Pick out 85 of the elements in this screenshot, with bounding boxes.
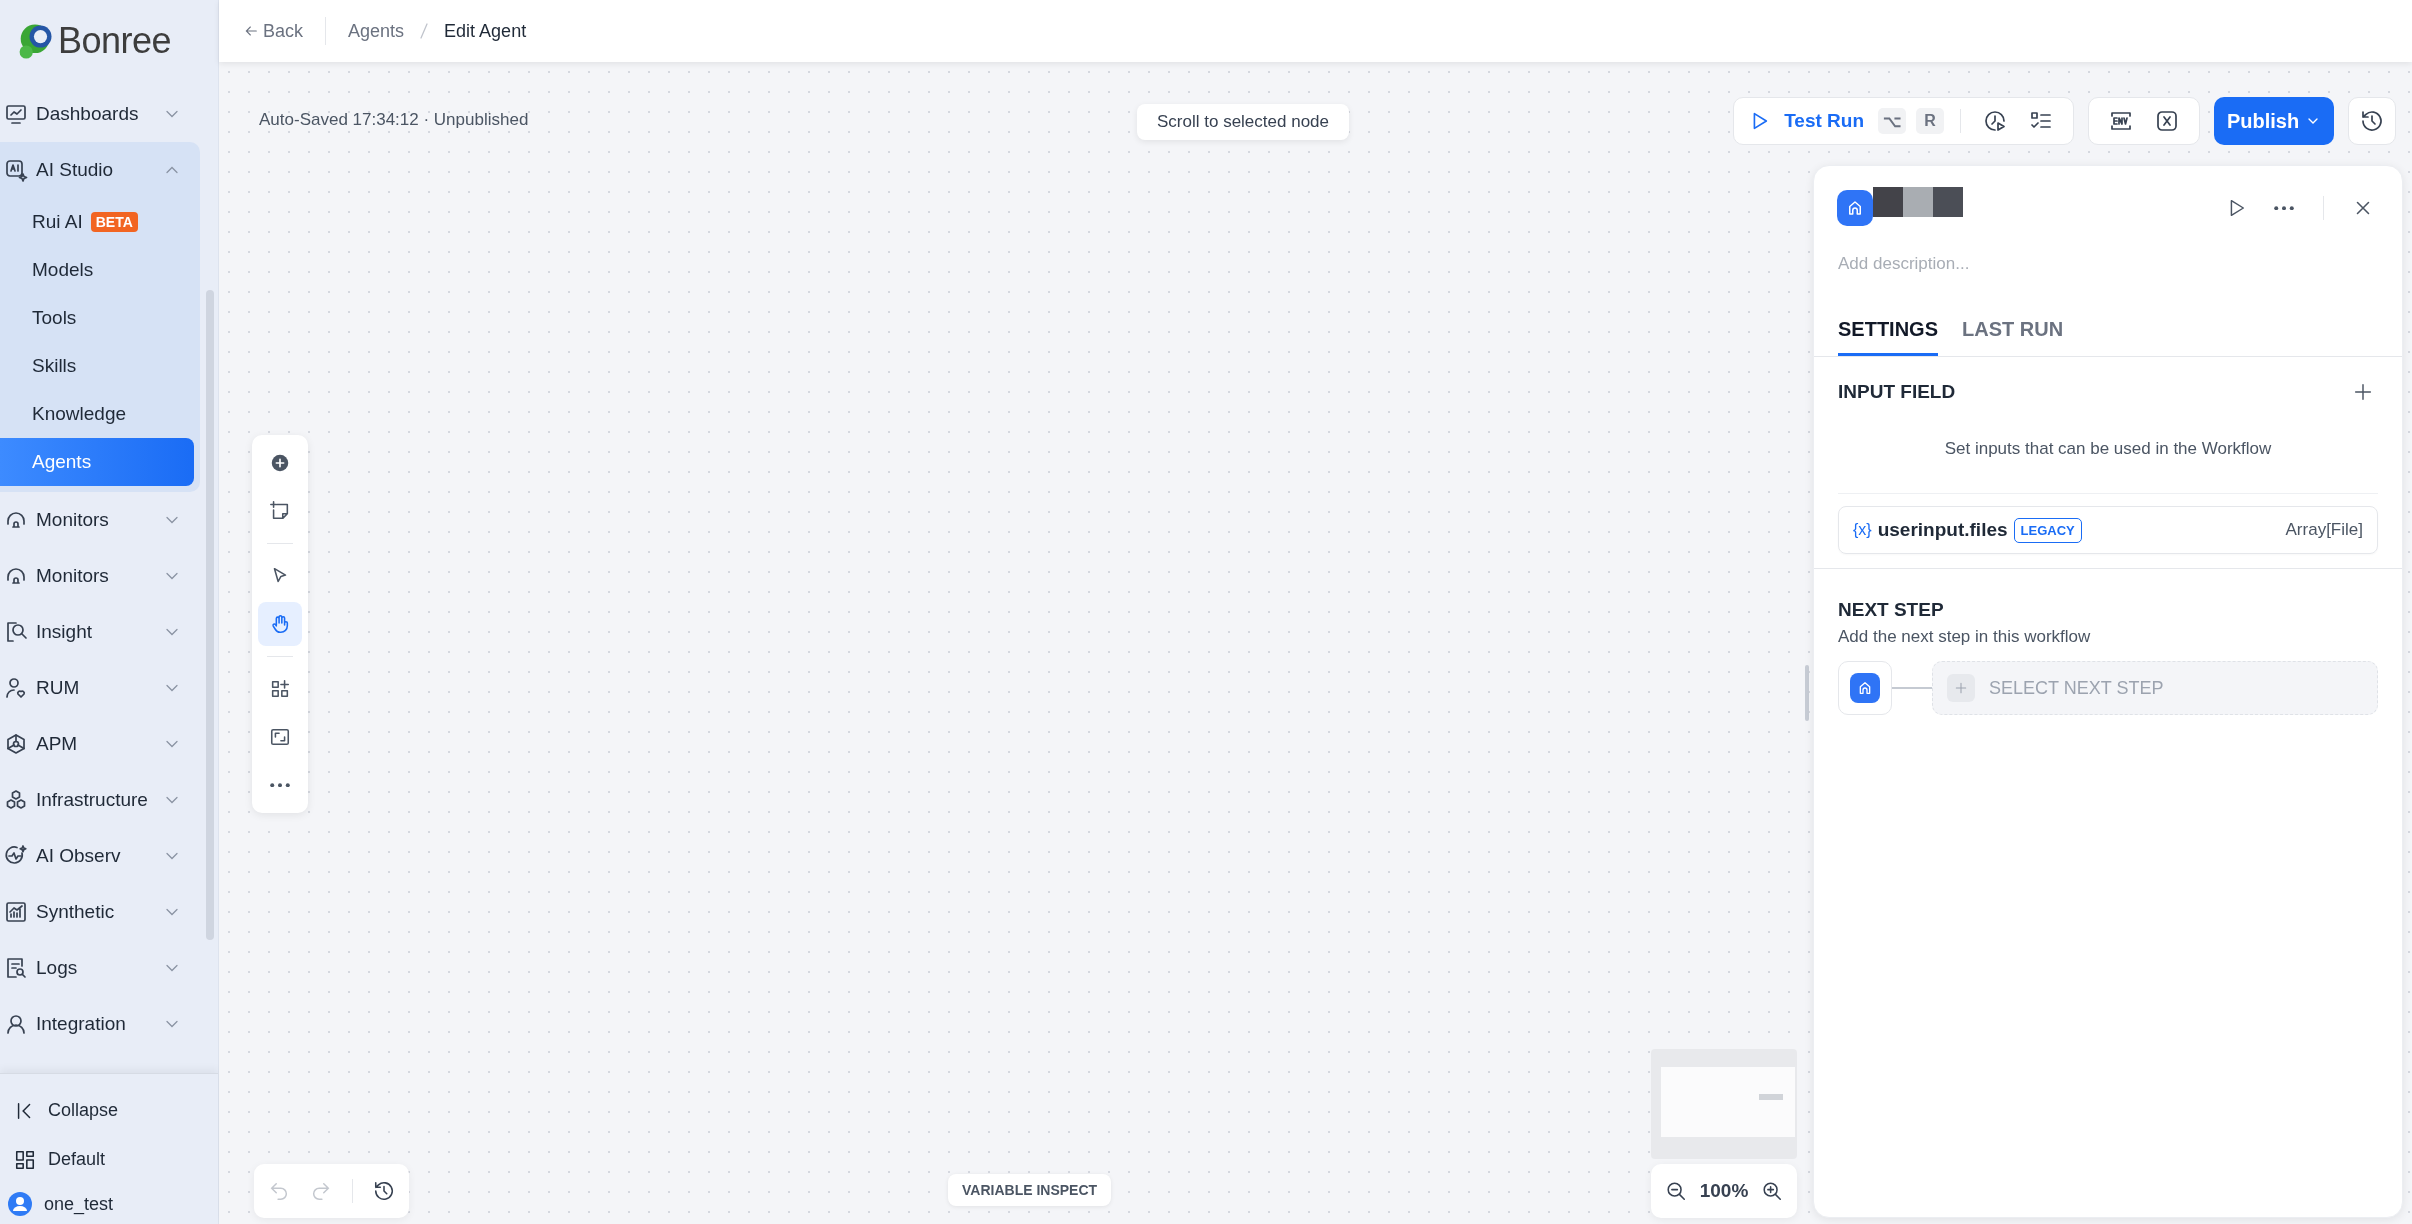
- tab[interactable]: SETTINGS: [1838, 318, 1938, 356]
- scrollbar[interactable]: [206, 290, 214, 940]
- zoom-level[interactable]: 100%: [1699, 1180, 1749, 1202]
- publish-button[interactable]: Publish: [2214, 97, 2334, 145]
- variable-type: Array[File]: [2285, 520, 2363, 540]
- submenu-item[interactable]: Knowledge: [0, 390, 194, 438]
- undo-icon: [268, 1180, 290, 1202]
- variable-x-icon: [2155, 109, 2179, 133]
- hand-icon: [269, 613, 291, 635]
- sidebar-item[interactable]: Logs: [0, 940, 190, 996]
- sidebar-item[interactable]: RUM: [0, 660, 190, 716]
- logo: Bonree: [0, 0, 182, 76]
- env-variables-icon: [2109, 109, 2133, 133]
- submenu-item[interactable]: Skills: [0, 342, 194, 390]
- user-button[interactable]: one_test: [0, 1184, 180, 1224]
- hand-tool-button[interactable]: [258, 602, 302, 646]
- zoom-in-icon: [1761, 1180, 1783, 1202]
- add-circle-icon: [269, 452, 291, 474]
- sidebar-item[interactable]: AI Studio: [0, 142, 190, 198]
- sidebar-item[interactable]: Infrastructure: [0, 772, 190, 828]
- sidebar-item[interactable]: Dashboards: [0, 86, 190, 142]
- plus-icon: [2352, 381, 2374, 403]
- note-add-icon: [269, 500, 291, 522]
- hint-text: Set inputs that can be used in the Workflow: [1943, 438, 2273, 460]
- home-icon: [1857, 680, 1873, 696]
- submenu-item[interactable]: Models: [0, 246, 194, 294]
- grid-icon: [14, 1148, 36, 1171]
- layout-button[interactable]: Default: [0, 1135, 180, 1184]
- arrow-left-icon: [243, 23, 259, 39]
- redo-icon: [310, 1180, 332, 1202]
- chart-box-icon: [4, 900, 28, 924]
- sidebar-item[interactable]: Synthetic: [0, 884, 190, 940]
- variable-icon: {x}: [1853, 521, 1872, 539]
- variable-inspect-button[interactable]: VARIABLE INSPECT: [948, 1174, 1112, 1206]
- save-status: Auto-Saved 17:34:12 · Unpublished: [259, 110, 529, 130]
- minimap-node: [1759, 1094, 1783, 1100]
- sidebar-item[interactable]: Monitors: [0, 548, 190, 604]
- section-title: NEXT STEP: [1838, 599, 1945, 621]
- sidebar-item[interactable]: AI Observ: [0, 828, 190, 884]
- person-circle-icon: [4, 1012, 28, 1036]
- sidebar-item[interactable]: Monitors: [0, 492, 190, 548]
- home-icon: [1846, 199, 1864, 217]
- breadcrumb-current: Edit Agent: [444, 20, 527, 42]
- history-icon: [373, 1180, 395, 1202]
- avatar-icon: [8, 1192, 32, 1216]
- zoom-in-button[interactable]: [1761, 1180, 1783, 1202]
- variable-row[interactable]: {x} userinput.files LEGACY Array[File]: [1838, 506, 2378, 554]
- section-subtitle: Add the next step in this workflow: [1838, 627, 2092, 647]
- sidebar-item[interactable]: APM: [0, 716, 190, 772]
- fit-view-icon: [269, 726, 291, 748]
- legacy-badge: LEGACY: [2013, 517, 2082, 543]
- beta-badge: BETA: [90, 212, 138, 232]
- sidebar-item[interactable]: Integration: [0, 996, 190, 1052]
- network-nodes-icon: [4, 732, 28, 756]
- zoom-out-icon: [1665, 1180, 1687, 1202]
- document-search-icon: [4, 956, 28, 980]
- shortcut-key: R: [1916, 108, 1944, 134]
- sidebar-item[interactable]: Insight: [0, 604, 190, 660]
- ai-chip-icon: [4, 158, 28, 182]
- history-icon: [2360, 109, 2384, 133]
- zoom-out-button[interactable]: [1665, 1180, 1687, 1202]
- scroll-to-node-button[interactable]: Scroll to selected node: [1137, 104, 1349, 140]
- submenu-item[interactable]: Agents: [0, 438, 194, 486]
- connector-line: [1892, 687, 1932, 689]
- test-run-button[interactable]: Test Run: [1748, 110, 1868, 132]
- hexagons-icon: [4, 788, 28, 812]
- back-link[interactable]: Back: [243, 20, 304, 42]
- submenu-item[interactable]: Tools: [0, 294, 194, 342]
- resize-handle[interactable]: [1805, 665, 1809, 721]
- section-title: INPUT FIELD: [1838, 381, 1956, 403]
- collapse-button[interactable]: Collapse: [0, 1086, 180, 1135]
- more-icon: [270, 782, 290, 788]
- shortcut-key: ⌥: [1878, 108, 1906, 134]
- version-history-button[interactable]: [373, 1180, 395, 1202]
- more-icon: [2274, 205, 2294, 211]
- breadcrumb-link[interactable]: Agents: [348, 20, 405, 42]
- plus-icon: [1953, 680, 1969, 696]
- tab[interactable]: LAST RUN: [1962, 318, 2064, 356]
- submenu-item[interactable]: Rui AI BETA: [0, 198, 194, 246]
- clock-play-icon: [1983, 109, 2007, 133]
- monitor-chart-icon: [4, 102, 28, 126]
- variable-name: userinput.files: [1877, 519, 2008, 541]
- user-heart-icon: [4, 676, 28, 700]
- document-search-icon: [4, 620, 28, 644]
- blocks-add-icon: [269, 678, 291, 700]
